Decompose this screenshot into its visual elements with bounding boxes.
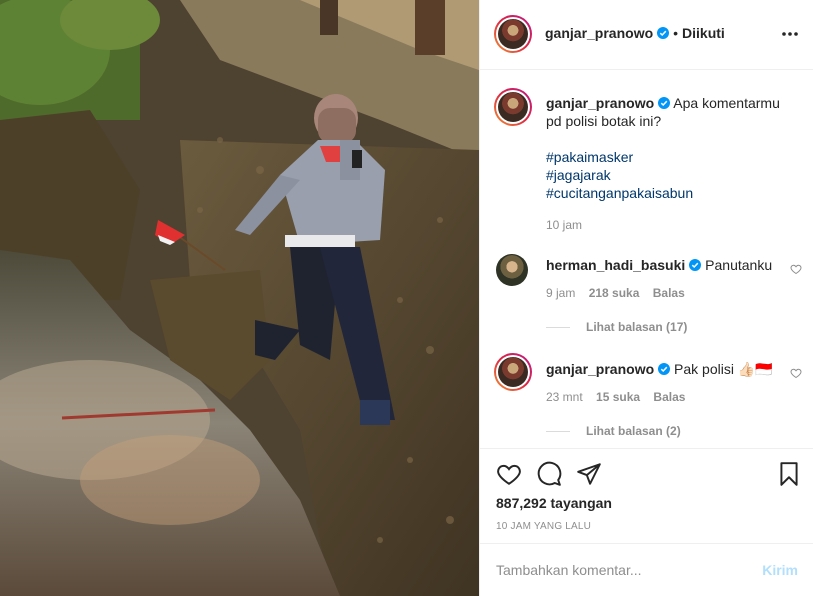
post-comment-button[interactable]: Kirim — [762, 562, 798, 578]
view-replies-label: Lihat balasan (2) — [586, 424, 681, 438]
comment-text: Panutanku — [705, 257, 773, 273]
comment-like-count[interactable]: 218 suka — [589, 286, 640, 300]
caption: ganjar_pranowo Apa komentarmu pd polisi … — [546, 94, 796, 234]
caption-timestamp[interactable]: 10 jam — [546, 216, 796, 234]
follow-status-button[interactable]: Diikuti — [682, 25, 725, 41]
post-media[interactable] — [0, 0, 479, 596]
view-replies-button[interactable]: Lihat balasan (17) — [546, 320, 687, 334]
hashtag-link[interactable]: #cucitanganpakaisabun — [546, 184, 796, 202]
separator-dot: • — [673, 25, 679, 41]
header-author-line: ganjar_pranowo • Diikuti — [545, 25, 725, 43]
divider-line — [546, 327, 570, 329]
like-comment-heart-icon[interactable] — [790, 367, 802, 379]
more-options-icon[interactable] — [780, 26, 800, 42]
comment-like-count[interactable]: 15 suka — [596, 390, 640, 404]
comment-text: Pak polisi 👍🏻🇮🇩 — [674, 361, 773, 377]
verified-badge-icon — [658, 97, 671, 109]
view-replies-button[interactable]: Lihat balasan (2) — [546, 424, 681, 438]
hashtag-link[interactable]: #jagajarak — [546, 166, 796, 184]
divider-line — [546, 431, 570, 433]
caption-author-name[interactable]: ganjar_pranowo — [546, 95, 654, 111]
comment-time[interactable]: 23 mnt — [546, 390, 583, 404]
post-timestamp[interactable]: 10 JAM YANG LALU — [496, 521, 591, 532]
comment-avatar[interactable] — [496, 254, 528, 286]
comment-time[interactable]: 9 jam — [546, 286, 575, 300]
comment: ganjar_pranowo Pak polisi 👍🏻🇮🇩 — [546, 360, 776, 378]
comment-composer: Kirim — [480, 543, 813, 596]
comment-meta: 23 mnt 15 suka Balas — [546, 390, 685, 404]
hashtag-link[interactable]: #pakaimasker — [546, 148, 796, 166]
comment-author-name[interactable]: ganjar_pranowo — [546, 361, 654, 377]
reply-button[interactable]: Balas — [653, 286, 685, 300]
share-paper-plane-icon[interactable] — [576, 461, 602, 487]
add-comment-input[interactable] — [496, 561, 746, 579]
header-author-name[interactable]: ganjar_pranowo — [545, 25, 653, 41]
view-replies-label: Lihat balasan (17) — [586, 320, 688, 334]
like-comment-heart-icon[interactable] — [790, 263, 802, 275]
verified-badge-icon — [657, 27, 670, 39]
comment-bubble-icon[interactable] — [536, 461, 562, 487]
verified-badge-icon — [689, 259, 702, 271]
post-header: ganjar_pranowo • Diikuti — [480, 0, 813, 70]
reply-button[interactable]: Balas — [653, 390, 685, 404]
comment-author-name[interactable]: herman_hadi_basuki — [546, 257, 685, 273]
author-avatar[interactable] — [494, 15, 532, 53]
like-heart-icon[interactable] — [496, 461, 522, 487]
comment: herman_hadi_basuki Panutanku — [546, 256, 776, 274]
verified-badge-icon — [658, 363, 671, 375]
comment-meta: 9 jam 218 suka Balas — [546, 286, 685, 300]
post-sidebar: ganjar_pranowo • Diikuti ganjar_pranowo Ap… — [479, 0, 813, 596]
view-count[interactable]: 887,292 tayangan — [496, 495, 612, 511]
comment-avatar[interactable] — [494, 353, 532, 391]
video-frame — [0, 0, 479, 596]
save-bookmark-icon[interactable] — [776, 461, 802, 487]
caption-avatar[interactable] — [494, 88, 532, 126]
